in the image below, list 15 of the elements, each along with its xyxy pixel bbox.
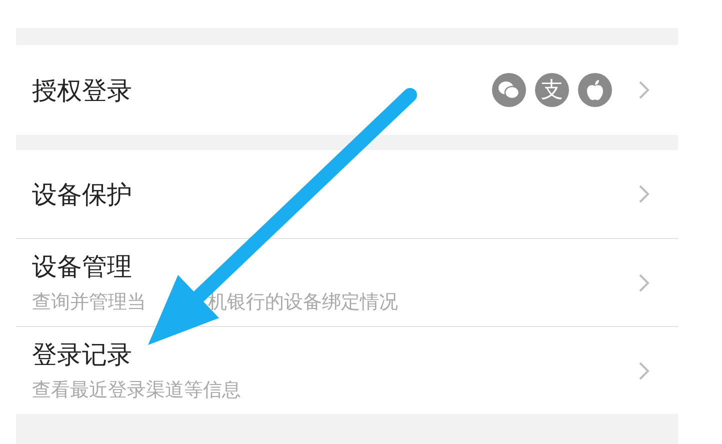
row-subtitle: 机银行的设备绑定情况 <box>208 290 398 315</box>
row-title: 授权登录 <box>32 74 133 106</box>
row-title: 设备管理 <box>32 251 133 283</box>
chevron-icon <box>638 360 650 380</box>
row-title: 登录记录 <box>32 339 133 371</box>
row-subtitle: 查看最近登录渠道等信息 <box>32 378 241 403</box>
apple-icon[interactable] <box>578 73 612 107</box>
chat-icon[interactable] <box>492 73 526 107</box>
row-title: 设备保护 <box>32 178 133 210</box>
chevron-icon <box>638 272 650 292</box>
row-subtitle: 查询并管理当 <box>32 290 146 315</box>
settings-row[interactable]: 设备保护 <box>16 150 678 238</box>
chevron-icon <box>638 184 650 204</box>
chevron-icon <box>638 80 650 100</box>
settings-row[interactable]: 授权登录 支 <box>16 45 678 135</box>
